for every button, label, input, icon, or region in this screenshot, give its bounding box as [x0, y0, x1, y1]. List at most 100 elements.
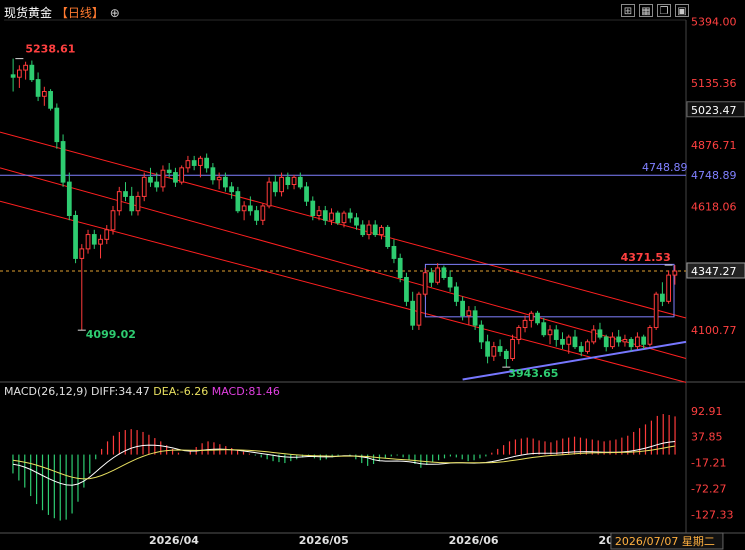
candle-body — [322, 210, 328, 221]
candle-body — [116, 191, 122, 212]
annotation-label: 4099.02 — [86, 328, 136, 341]
candle-body — [547, 329, 553, 336]
time-tick: 2026/06 — [449, 534, 499, 547]
candle-body — [435, 267, 441, 283]
candle-body — [366, 224, 372, 236]
dea-label: DEA:-6.26 — [153, 385, 209, 398]
candle-series — [10, 58, 678, 368]
candle-body — [672, 270, 678, 276]
chart-header: 现货黄金 【日线】 ⊕ — [4, 4, 120, 21]
candle-body — [591, 329, 597, 343]
window-icon[interactable]: ❐ — [657, 4, 671, 17]
candle-body — [522, 319, 528, 329]
candle-body — [485, 341, 490, 357]
resistance-price-tick: 4748.89 — [691, 169, 737, 182]
price-tick: 4100.77 — [691, 324, 737, 337]
dea-value: -6.26 — [179, 385, 209, 398]
candle-body — [154, 181, 160, 188]
candle-body — [354, 217, 359, 226]
candle-body — [204, 157, 210, 169]
candle-body — [304, 186, 309, 202]
candle-body — [478, 324, 484, 343]
candle-body — [622, 338, 628, 343]
candle-body — [85, 234, 91, 250]
candle-body — [585, 341, 590, 352]
candle-body — [29, 64, 35, 81]
candle-body — [91, 234, 97, 245]
candle-body — [560, 338, 565, 345]
annotation-label: 3943.65 — [508, 367, 558, 380]
grid-icon[interactable]: ▦ — [639, 4, 653, 17]
candle-body — [16, 69, 22, 78]
candle-body — [410, 300, 416, 326]
channel-line — [0, 200, 687, 383]
diff-line — [12, 441, 676, 486]
candle-body — [191, 160, 197, 166]
candle-body — [566, 336, 572, 345]
candle-body — [141, 176, 147, 197]
candle-body — [41, 91, 47, 97]
candle-body — [385, 226, 391, 247]
annotation-label: 5238.61 — [25, 43, 75, 56]
candle-body — [48, 91, 53, 109]
candle-body — [578, 346, 584, 352]
candle-body — [135, 195, 141, 212]
candle-body — [272, 181, 278, 193]
candle-body — [98, 238, 103, 245]
candle-body — [316, 210, 322, 216]
candle-body — [235, 191, 241, 212]
candle-body — [379, 226, 384, 236]
candle-body — [628, 338, 634, 348]
candle-body — [247, 205, 253, 212]
candle-body — [335, 212, 341, 224]
price-annotations: 5238.61 4099.02 4371.53 3943.65 4748.89 — [15, 43, 688, 380]
candle-body — [129, 195, 135, 212]
candle-body — [66, 181, 72, 216]
price-axis: 5394.00 5135.36 5023.47 4876.71 4748.89 4618.… — [686, 15, 745, 337]
candle-body — [329, 212, 334, 221]
time-tick: 2026/05 — [299, 534, 349, 547]
macd-value: 81.46 — [248, 385, 280, 398]
candle-body — [179, 167, 185, 183]
macd-tick: -127.33 — [691, 509, 733, 522]
candle-body — [79, 248, 85, 259]
candle-body — [291, 176, 297, 186]
candle-body — [603, 336, 609, 348]
macd-tick: 37.85 — [691, 431, 723, 444]
price-tick: 5135.36 — [691, 77, 737, 90]
candle-body — [653, 293, 659, 329]
period-label[interactable]: 【日线】 — [56, 6, 104, 20]
macd-header: MACD(26,12,9) DIFF:34.47 DEA:-6.26 MACD:… — [4, 385, 280, 398]
candle-body — [223, 176, 228, 188]
candle-body — [285, 176, 291, 186]
candle-body — [360, 224, 366, 236]
candle-body — [372, 224, 378, 236]
price-tick: 4876.71 — [691, 139, 737, 152]
crosshair-circle-icon[interactable]: ⊕ — [110, 6, 120, 20]
candle-body — [260, 205, 266, 221]
candle-body — [641, 336, 647, 345]
candle-body — [35, 79, 41, 97]
candle-body — [466, 310, 472, 317]
instrument-title: 现货黄金 — [4, 6, 53, 20]
trend-channels — [0, 131, 687, 383]
candle-body — [491, 346, 497, 357]
candle-body — [391, 245, 397, 259]
time-axis: 2026/042026/052026/062022026/082026/07/0… — [149, 532, 724, 550]
candle-body — [429, 272, 434, 283]
macd-tick: -17.21 — [691, 457, 726, 470]
macd-panel: 92.91 37.85 -17.21 -72.27 -127.33 — [12, 405, 733, 522]
crosshair-date: 2026/07/07 星期二 — [615, 535, 715, 548]
candle-body — [597, 329, 603, 338]
candle-body — [216, 176, 222, 181]
expand-icon[interactable]: ⊞ — [621, 4, 635, 17]
candle-body — [510, 338, 515, 360]
fullscreen-icon[interactable]: ▣ — [675, 4, 689, 17]
candle-body — [123, 191, 128, 197]
candle-body — [173, 172, 178, 183]
candle-body — [460, 300, 465, 317]
candle-body — [454, 286, 459, 302]
resistance-line-label: 4748.89 — [642, 161, 688, 174]
macd-tick: -72.27 — [691, 483, 726, 496]
candle-body — [660, 293, 665, 302]
